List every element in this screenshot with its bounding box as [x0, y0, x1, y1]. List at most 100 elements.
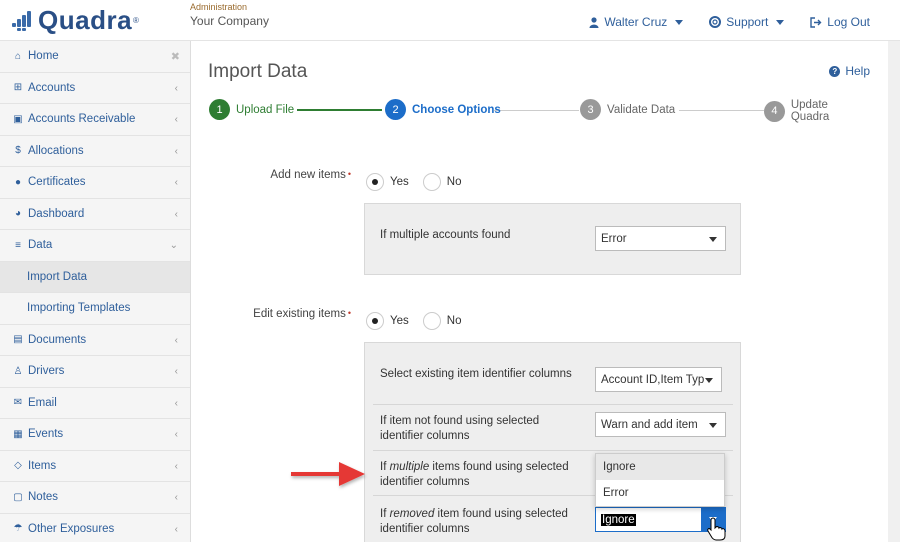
- sitemap-icon: ⊞: [13, 82, 23, 94]
- radio-label-yes: Yes: [390, 176, 409, 188]
- dropdown-option-error[interactable]: Error: [596, 480, 724, 506]
- divider: [373, 404, 733, 405]
- user-menu[interactable]: Walter Cruz: [589, 15, 684, 29]
- diamond-icon: ◇: [14, 460, 22, 472]
- close-icon[interactable]: ✖: [171, 50, 180, 63]
- top-bar: Quadra ® Administration Your Company Walt…: [0, 0, 900, 41]
- calendar-icon: ▦: [13, 428, 23, 440]
- step-label: Upload File: [236, 103, 295, 116]
- certificate-icon: ●: [14, 176, 22, 188]
- sidebar-item-documents[interactable]: ▤ Documents ‹: [0, 325, 190, 356]
- chevron-left-icon: ‹: [174, 208, 178, 220]
- chevron-left-icon: ‹: [174, 334, 178, 346]
- sidebar-item-certificates[interactable]: ● Certificates ‹: [0, 167, 190, 199]
- label-line-1: If item not found using selected: [380, 415, 540, 427]
- label-line-1: If removed item found using selected: [380, 507, 568, 522]
- logo-mark-icon: [12, 9, 36, 31]
- sidebar-item-drivers[interactable]: ♙ Drivers ‹: [0, 356, 190, 388]
- hand-cursor-icon: [707, 517, 726, 541]
- step-label: Validate Data: [607, 103, 676, 116]
- multiple-accounts-select[interactable]: Error: [595, 226, 726, 251]
- label-text: item found using selected: [434, 508, 568, 520]
- step-number: 4: [764, 100, 785, 122]
- question-circle-icon: ?: [829, 65, 841, 77]
- sidebar-item-notes[interactable]: ▢ Notes ‹: [0, 482, 190, 514]
- dropdown-option-ignore[interactable]: Ignore: [596, 454, 724, 480]
- add-new-no-radio[interactable]: [422, 173, 441, 191]
- sidebar-item-home[interactable]: ⌂ Home ✖: [0, 41, 190, 73]
- sidebar-item-label: Importing Templates: [27, 302, 131, 315]
- sidebar-item-import-data[interactable]: Import Data: [0, 261, 190, 293]
- label-emphasis: multiple: [389, 461, 430, 473]
- add-new-items-radios: Yes No: [366, 173, 475, 191]
- main-content: Import Data ? Help 1 Upload File 2 Choos…: [191, 41, 900, 542]
- page-title: Import Data: [208, 61, 308, 82]
- page-scrollbar[interactable]: [888, 41, 900, 542]
- chevron-left-icon: ‹: [174, 366, 178, 377]
- home-icon: ⌂: [14, 50, 22, 62]
- select-value: Ignore: [601, 513, 636, 526]
- logo-registered-mark: ®: [133, 15, 139, 25]
- edit-existing-options-panel: Select existing item identifier columns …: [364, 342, 741, 542]
- sidebar-item-email[interactable]: ✉ Email ‹: [0, 388, 190, 419]
- label-line-1: If multiple items found using selected: [380, 460, 569, 475]
- required-marker: •: [347, 308, 351, 318]
- identifier-columns-select[interactable]: Account ID,Item Type: [595, 367, 722, 392]
- required-marker: •: [347, 169, 351, 179]
- sidebar-item-label: Import Data: [27, 270, 88, 283]
- identifier-columns-label: Select existing item identifier columns: [380, 368, 572, 380]
- sidebar-item-accounts[interactable]: ⊞ Accounts ‹: [0, 73, 190, 104]
- user-icon: [589, 16, 599, 28]
- sidebar-item-items[interactable]: ◇ Items ‹: [0, 451, 190, 482]
- chevron-left-icon: ‹: [174, 523, 178, 535]
- radio-label-no: No: [446, 176, 462, 188]
- step-validate-data[interactable]: 3 Validate Data: [580, 99, 675, 120]
- step-update-quadra[interactable]: 4 Update Quadra: [764, 99, 869, 123]
- chevron-left-icon: ‹: [174, 114, 178, 125]
- red-arrow-annotation: [291, 462, 365, 486]
- note-icon: ▢: [13, 491, 23, 503]
- select-value: Warn and add item: [601, 418, 698, 431]
- chevron-left-icon: ‹: [174, 492, 178, 503]
- database-icon: ≡: [15, 239, 21, 251]
- user-name: Walter Cruz: [604, 15, 668, 29]
- lifebuoy-icon: [709, 16, 722, 28]
- sidebar-item-data[interactable]: ≡ Data ⌄: [0, 230, 190, 262]
- help-link[interactable]: ? Help: [829, 64, 870, 78]
- step-connector: [297, 109, 382, 111]
- chevron-left-icon: ‹: [174, 82, 178, 94]
- edit-existing-items-radios: Yes No: [366, 312, 475, 330]
- divider: [373, 450, 733, 451]
- edit-existing-items-text: Edit existing items: [253, 308, 346, 320]
- label-text: items found using selected: [429, 461, 569, 473]
- chevron-down-icon: ⌄: [169, 240, 178, 251]
- help-label: Help: [845, 64, 870, 78]
- sidebar-item-accounts-receivable[interactable]: ▣ Accounts Receivable ‹: [0, 104, 190, 136]
- sidebar-item-importing-templates[interactable]: Importing Templates: [0, 293, 190, 325]
- chevron-left-icon: ‹: [174, 397, 178, 409]
- edit-existing-yes-radio[interactable]: [366, 312, 384, 330]
- sidebar-item-allocations[interactable]: $ Allocations ‹: [0, 136, 190, 167]
- step-connector: [679, 110, 764, 111]
- label-text: If: [380, 461, 390, 473]
- sidebar-item-label: Accounts Receivable: [28, 113, 136, 126]
- step-choose-options[interactable]: 2 Choose Options: [385, 99, 501, 120]
- money-icon: ▣: [13, 113, 23, 125]
- item-not-found-select[interactable]: Warn and add item: [595, 412, 726, 437]
- add-new-options-panel: If multiple accounts found Error: [364, 203, 741, 275]
- sidebar-item-dashboard[interactable]: ◕ Dashboard ‹: [0, 199, 190, 230]
- edit-existing-no-radio[interactable]: [422, 312, 441, 330]
- quadra-logo[interactable]: Quadra ®: [12, 5, 139, 35]
- sidebar-item-events[interactable]: ▦ Events ‹: [0, 419, 190, 451]
- label-line-2: identifier columns: [380, 430, 470, 442]
- logout-link[interactable]: Log Out: [810, 15, 870, 29]
- sidebar-item-other-exposures[interactable]: ☂ Other Exposures ‹: [0, 514, 190, 542]
- add-new-yes-radio[interactable]: [366, 173, 384, 191]
- add-new-items-label: Add new items •: [270, 169, 351, 181]
- support-menu[interactable]: Support: [709, 15, 785, 29]
- company-caption: Administration: [190, 2, 248, 12]
- step-upload-file[interactable]: 1 Upload File: [209, 99, 294, 120]
- company-selector[interactable]: Administration Your Company: [190, 2, 269, 28]
- multiple-items-found-label: If multiple items found using selected i…: [380, 460, 569, 490]
- label-line-2: identifier columns: [380, 476, 470, 488]
